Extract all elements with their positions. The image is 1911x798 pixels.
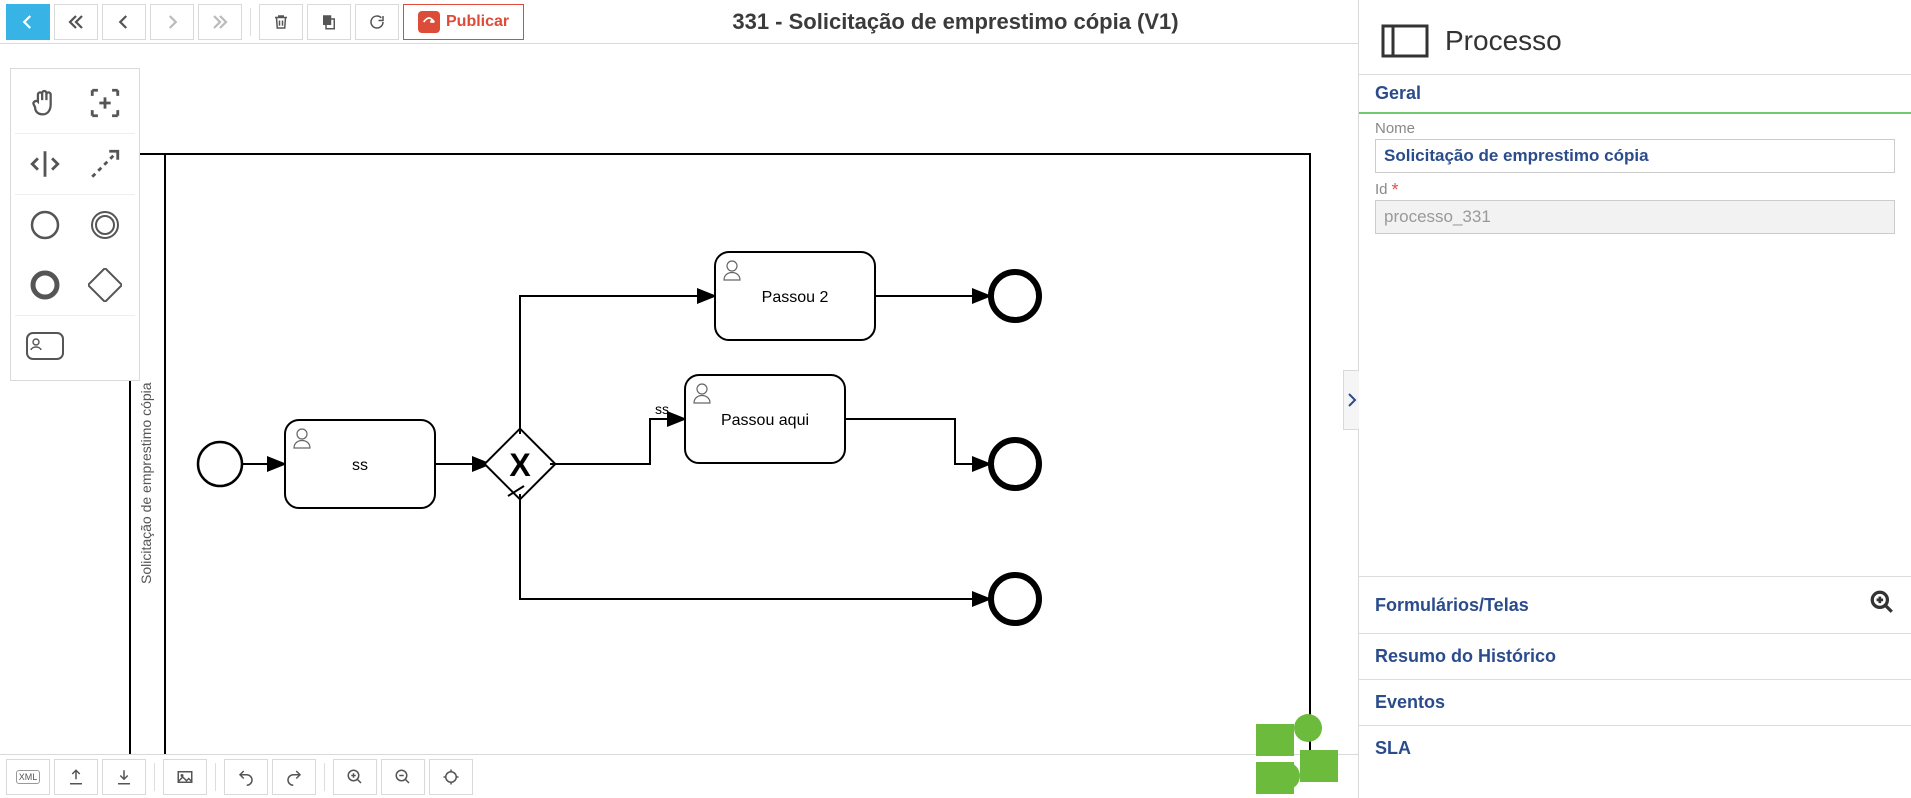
back-button[interactable] bbox=[6, 4, 50, 40]
svg-text:X: X bbox=[509, 447, 531, 483]
upload-button[interactable] bbox=[54, 759, 98, 795]
id-input bbox=[1375, 200, 1895, 234]
zoom-in-icon bbox=[346, 768, 364, 786]
copy-icon bbox=[320, 13, 338, 31]
download-button[interactable] bbox=[102, 759, 146, 795]
task-ss[interactable]: ss bbox=[285, 420, 435, 508]
magnifier-icon bbox=[1869, 589, 1895, 621]
nome-label: Nome bbox=[1375, 120, 1895, 137]
double-chevron-right-icon bbox=[211, 13, 229, 31]
user-task-tool[interactable] bbox=[15, 316, 75, 376]
start-event-tool[interactable] bbox=[15, 195, 75, 255]
svg-text:ss: ss bbox=[352, 457, 368, 474]
connection-icon bbox=[88, 147, 122, 181]
delete-button[interactable] bbox=[259, 4, 303, 40]
image-button[interactable] bbox=[163, 759, 207, 795]
trash-icon bbox=[272, 13, 290, 31]
intermediate-event-tool[interactable] bbox=[75, 195, 135, 255]
bottom-toolbar: XML bbox=[0, 754, 1358, 798]
hand-tool[interactable] bbox=[15, 73, 75, 133]
xml-icon: XML bbox=[16, 770, 41, 784]
publish-label: Publicar bbox=[446, 13, 509, 31]
svg-text:Passou aqui: Passou aqui bbox=[721, 412, 809, 429]
start-event-icon bbox=[28, 208, 62, 242]
id-label: Id* bbox=[1375, 181, 1895, 198]
zoom-out-icon bbox=[394, 768, 412, 786]
process-icon bbox=[1381, 24, 1429, 58]
toolbar-separator bbox=[154, 763, 155, 791]
start-event[interactable] bbox=[198, 442, 242, 486]
task-passou-aqui[interactable]: Passou aqui bbox=[685, 375, 845, 463]
hand-icon bbox=[28, 86, 62, 120]
next-button[interactable] bbox=[150, 4, 194, 40]
publish-icon bbox=[418, 11, 440, 33]
end-event-icon bbox=[28, 268, 62, 302]
global-connect-tool[interactable] bbox=[75, 134, 135, 194]
accordion-events[interactable]: Eventos bbox=[1359, 679, 1911, 725]
first-button[interactable] bbox=[54, 4, 98, 40]
copy-button[interactable] bbox=[307, 4, 351, 40]
user-task-icon bbox=[25, 331, 65, 361]
undo-icon bbox=[237, 768, 255, 786]
refresh-icon bbox=[368, 13, 386, 31]
toolbar-separator bbox=[215, 763, 216, 791]
task-passou-2[interactable]: Passou 2 bbox=[715, 252, 875, 340]
panel-title: Processo bbox=[1445, 25, 1562, 57]
panel-collapse-handle[interactable] bbox=[1343, 370, 1359, 430]
pool-label: Solicitação de emprestimo cópia bbox=[138, 382, 154, 584]
exclusive-gateway[interactable]: X bbox=[485, 429, 556, 500]
diagram-canvas[interactable]: ss X Passou 2 ss bbox=[0, 44, 1358, 754]
section-general: Geral bbox=[1359, 75, 1911, 114]
lasso-icon bbox=[88, 86, 122, 120]
end-event-3[interactable] bbox=[991, 575, 1039, 623]
download-icon bbox=[115, 768, 133, 786]
gateway-tool[interactable] bbox=[75, 255, 135, 315]
target-icon bbox=[442, 768, 460, 786]
accordion-forms[interactable]: Formulários/Telas bbox=[1359, 576, 1911, 633]
svg-text:ss: ss bbox=[655, 401, 669, 417]
properties-panel: Processo Geral Nome Id* Formulários/Tela… bbox=[1358, 0, 1911, 798]
lasso-tool[interactable] bbox=[75, 73, 135, 133]
redo-icon bbox=[285, 768, 303, 786]
accordion-history[interactable]: Resumo do Histórico bbox=[1359, 633, 1911, 679]
zoom-out-button[interactable] bbox=[381, 759, 425, 795]
chevron-left-icon bbox=[19, 13, 37, 31]
space-tool[interactable] bbox=[15, 134, 75, 194]
image-icon bbox=[176, 768, 194, 786]
chevron-left-icon bbox=[115, 13, 133, 31]
end-event-2[interactable] bbox=[991, 440, 1039, 488]
svg-text:Passou 2: Passou 2 bbox=[762, 289, 829, 306]
gateway-icon bbox=[88, 268, 122, 302]
prev-button[interactable] bbox=[102, 4, 146, 40]
tool-palette bbox=[10, 68, 140, 381]
undo-button[interactable] bbox=[224, 759, 268, 795]
space-icon bbox=[28, 147, 62, 181]
nome-input[interactable] bbox=[1375, 139, 1895, 173]
panel-header: Processo bbox=[1359, 0, 1911, 75]
accordion-sla[interactable]: SLA bbox=[1359, 725, 1911, 771]
toolbar-separator bbox=[324, 763, 325, 791]
zoom-in-button[interactable] bbox=[333, 759, 377, 795]
double-chevron-left-icon bbox=[67, 13, 85, 31]
upload-icon bbox=[67, 768, 85, 786]
last-button[interactable] bbox=[198, 4, 242, 40]
refresh-button[interactable] bbox=[355, 4, 399, 40]
xml-button[interactable]: XML bbox=[6, 759, 50, 795]
redo-button[interactable] bbox=[272, 759, 316, 795]
publish-button[interactable]: Publicar bbox=[403, 4, 524, 40]
intermediate-event-icon bbox=[88, 208, 122, 242]
zoom-fit-button[interactable] bbox=[429, 759, 473, 795]
toolbar-separator bbox=[250, 8, 251, 36]
end-event-tool[interactable] bbox=[15, 255, 75, 315]
chevron-right-icon bbox=[1347, 393, 1357, 407]
end-event-1[interactable] bbox=[991, 272, 1039, 320]
chevron-right-icon bbox=[163, 13, 181, 31]
